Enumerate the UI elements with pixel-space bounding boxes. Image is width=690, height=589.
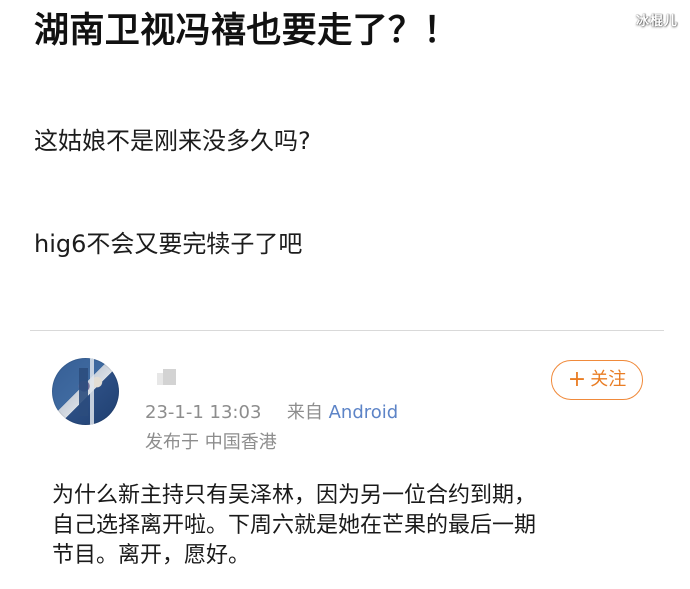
- comment-line-2: 自己选择离开啦。下周六就是她在芒果的最后一期: [52, 513, 537, 538]
- comment-meta: 23-1-1 13:03 来自 Android: [145, 401, 398, 425]
- username-mosaic-edge: [157, 373, 163, 385]
- comment-location: 发布于 中国香港: [145, 432, 277, 453]
- post-line-1: 这姑娘不是刚来没多久吗?: [34, 127, 311, 155]
- comment-source-value: Android: [328, 402, 399, 423]
- comment-line-3: 节目。离开，愿好。: [52, 543, 251, 568]
- follow-button-label: 关注: [590, 369, 627, 390]
- username-mosaic-block: [163, 369, 176, 385]
- comment-card: 23-1-1 13:03 来自 Android 发布于 中国香港 + 关注 为什…: [0, 342, 690, 589]
- comment-line-1: 为什么新主持只有吴泽林，因为另一位合约到期，: [52, 483, 537, 508]
- section-divider: [30, 330, 664, 331]
- avatar[interactable]: [52, 358, 119, 425]
- watermark-text: 冰棍儿: [635, 14, 678, 29]
- avatar-shape-dark: [79, 368, 88, 416]
- post-title: 湖南卫视冯禧也要走了？！: [34, 11, 459, 51]
- follow-button[interactable]: + 关注: [551, 360, 643, 400]
- comment-source-prefix: 来自: [286, 402, 323, 423]
- post-line-2: hig6不会又要完犊子了吧: [34, 230, 303, 258]
- comment-timestamp: 23-1-1 13:03: [145, 402, 262, 423]
- username-redacted[interactable]: [145, 369, 305, 389]
- avatar-shape-light: [90, 358, 94, 425]
- plus-icon: +: [567, 367, 587, 392]
- comment-body: 为什么新主持只有吴泽林，因为另一位合约到期， 自己选择离开啦。下周六就是她在芒果…: [52, 481, 652, 571]
